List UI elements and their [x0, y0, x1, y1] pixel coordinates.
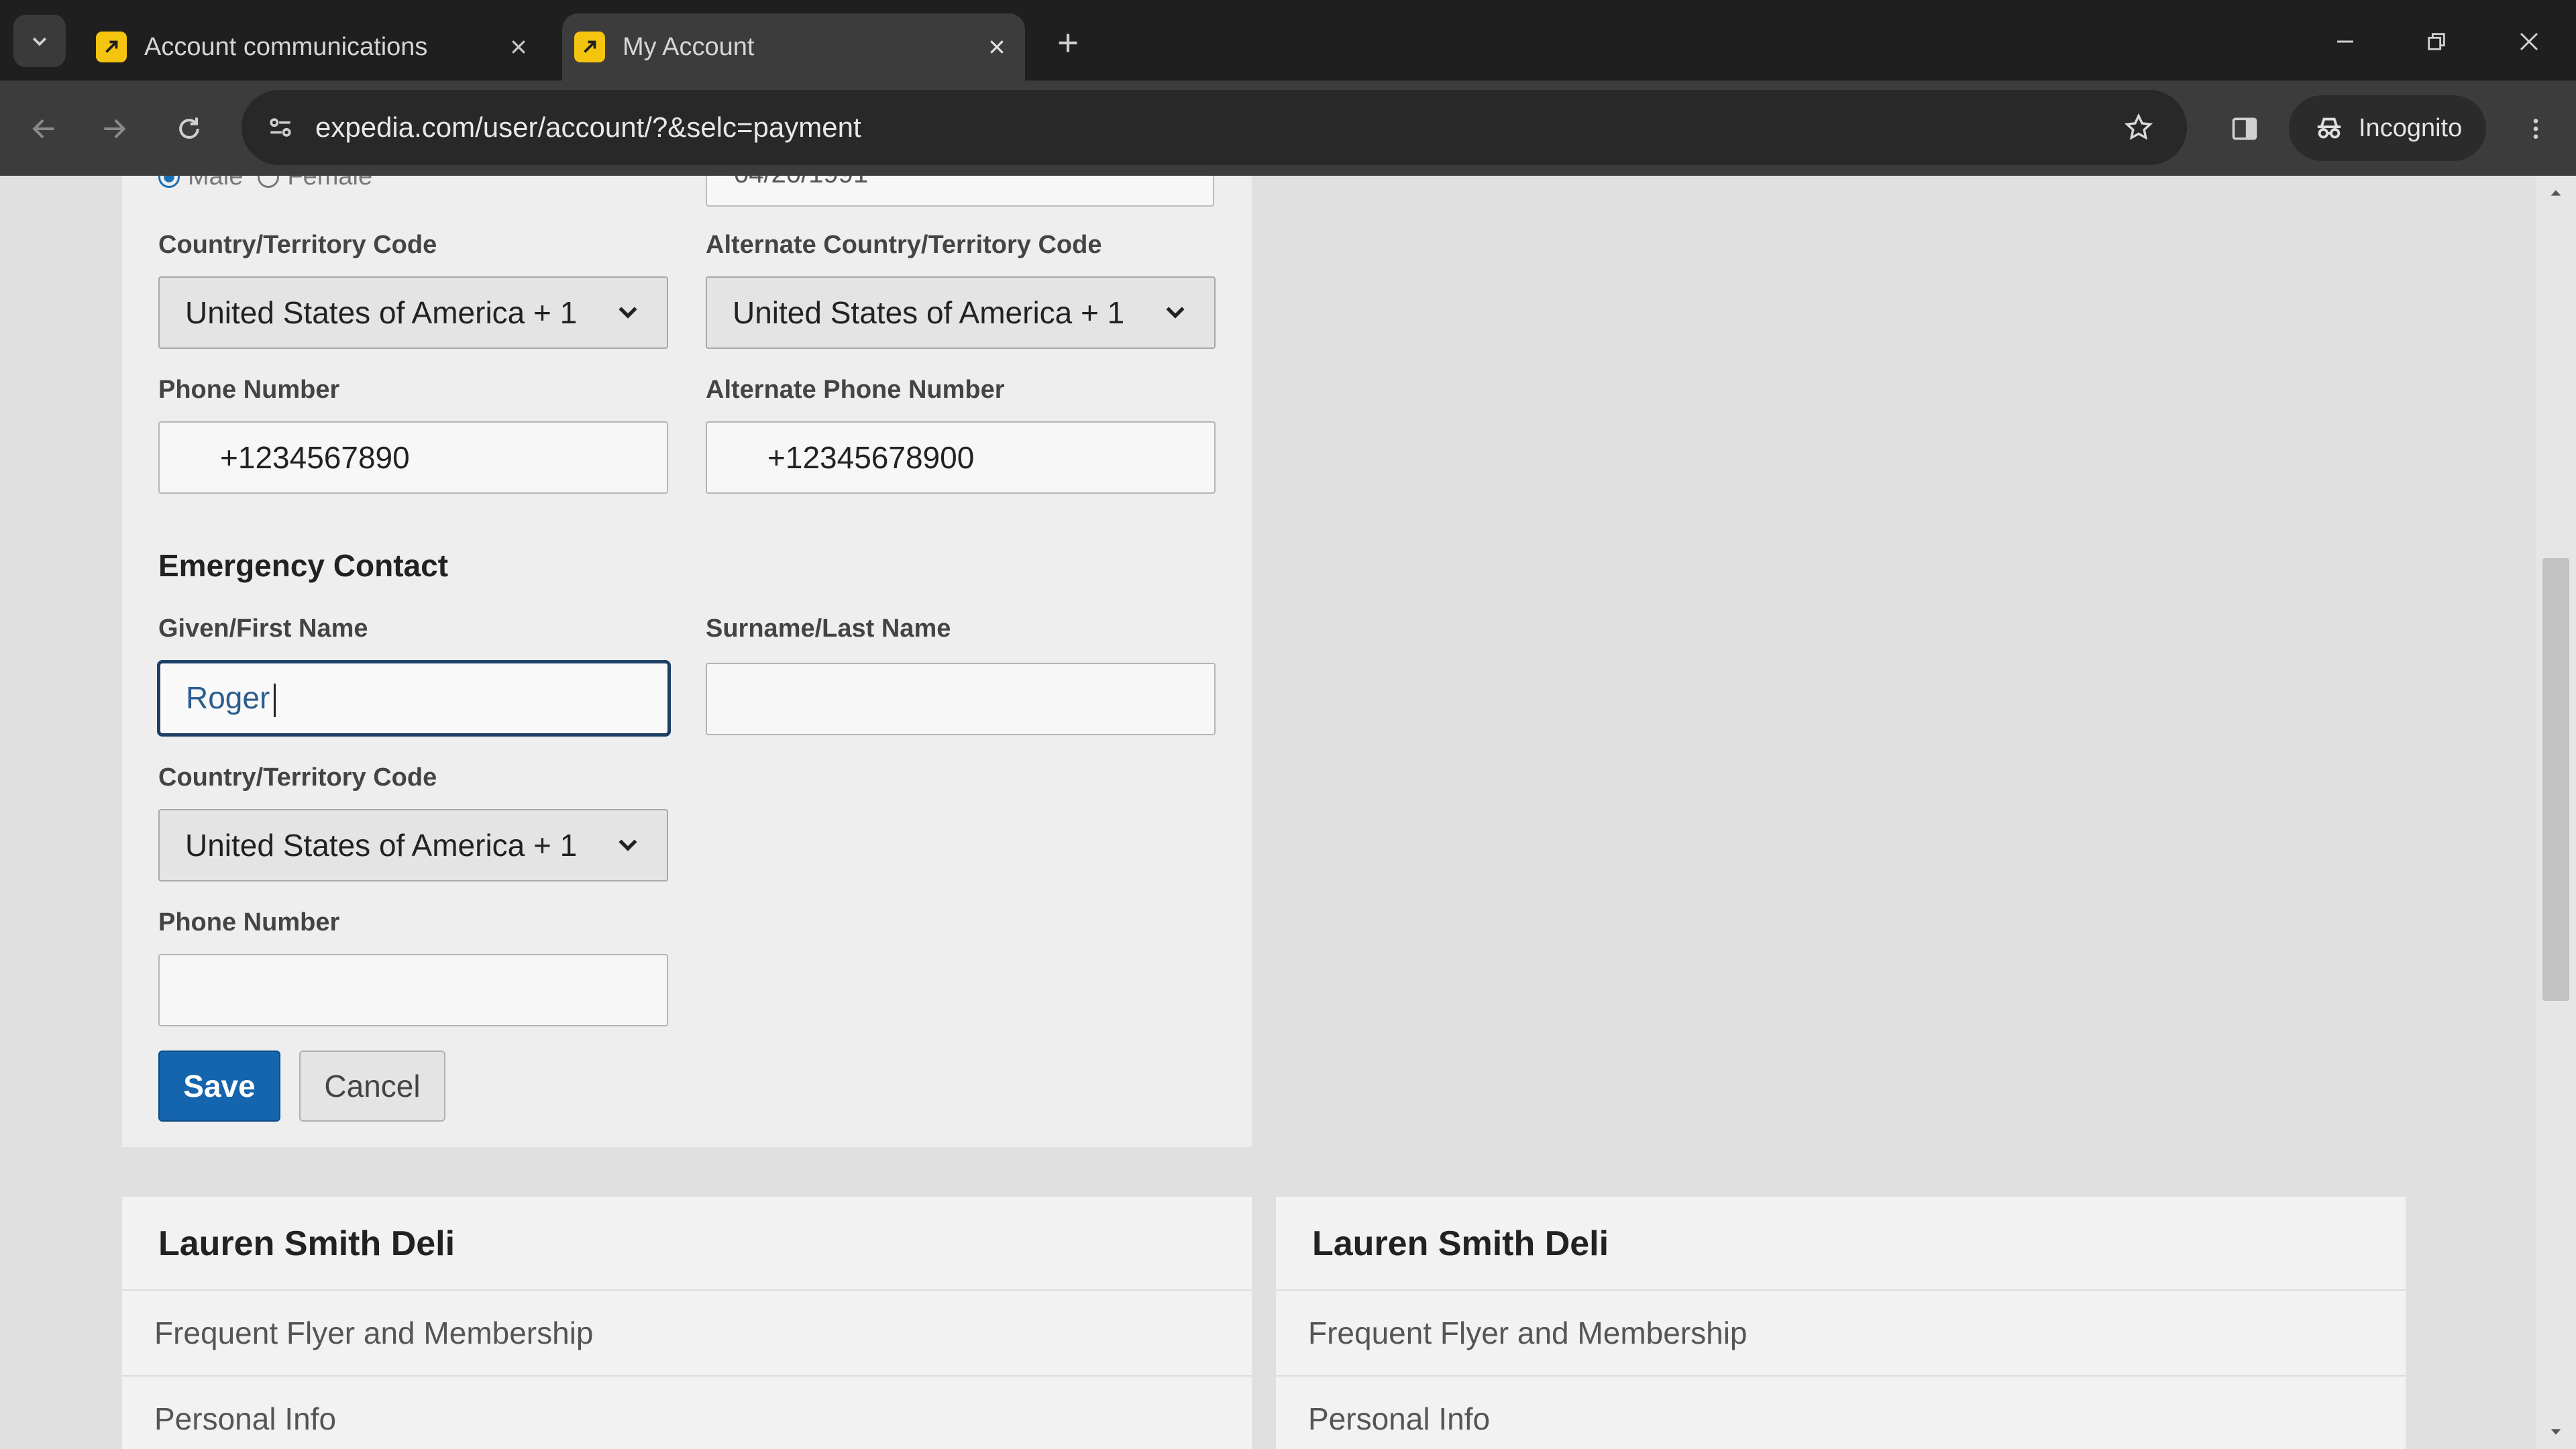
tab-title: My Account — [623, 32, 755, 61]
forward-arrow-icon[interactable] — [90, 105, 138, 153]
traveler-name: Lauren Smith Deli — [1312, 1224, 1609, 1263]
traveler-item-label: Personal Info — [154, 1401, 337, 1436]
tab-title: Account communications — [144, 32, 428, 61]
date-of-birth-value: 04/20/1991 — [734, 176, 868, 189]
address-bar[interactable]: expedia.com/user/account/?&selc=payment — [241, 90, 2187, 165]
gender-male-radio[interactable] — [158, 176, 180, 188]
scroll-down-arrow-icon[interactable] — [2545, 1421, 2567, 1442]
traveler-item-personal-info[interactable]: Personal Info — [1276, 1377, 2406, 1449]
tab-account-communications[interactable]: Account communications — [84, 13, 547, 80]
traveler-item-label: Personal Info — [1308, 1401, 1491, 1436]
alt-phone-number-label: Alternate Phone Number — [706, 376, 1005, 404]
kebab-menu-icon[interactable] — [2512, 105, 2560, 153]
text-caret — [274, 683, 276, 717]
phone-number-label: Phone Number — [158, 376, 340, 404]
incognito-indicator[interactable]: Incognito — [2289, 95, 2486, 161]
traveler-item-label: Frequent Flyer and Membership — [154, 1316, 594, 1350]
date-of-birth-field[interactable]: 04/20/1991 — [706, 176, 1214, 207]
reload-icon[interactable] — [165, 105, 213, 153]
alt-country-code-label: Alternate Country/Territory Code — [706, 231, 1102, 259]
gender-radio-group: Male Female — [158, 176, 372, 191]
side-panel-icon[interactable] — [2220, 105, 2269, 153]
country-code-label: Country/Territory Code — [158, 231, 437, 259]
country-code-value: United States of America + 1 — [185, 295, 578, 330]
emergency-contact-title: Emergency Contact — [158, 548, 449, 583]
phone-number-value: +1234567890 — [220, 440, 410, 475]
tab-close-icon[interactable] — [500, 28, 537, 66]
gender-female-label: Female — [287, 176, 373, 191]
emergency-phone-input[interactable] — [158, 954, 668, 1026]
emergency-last-name-label: Surname/Last Name — [706, 614, 951, 643]
chevron-down-icon — [608, 825, 648, 865]
restore-icon[interactable] — [2412, 17, 2461, 66]
close-window-icon[interactable] — [2505, 17, 2553, 66]
gender-male-label: Male — [188, 176, 244, 191]
tab-close-icon[interactable] — [978, 28, 1016, 66]
emergency-country-code-select[interactable]: United States of America + 1 — [158, 809, 668, 881]
emergency-country-code-value: United States of America + 1 — [185, 828, 578, 863]
alt-phone-number-input[interactable]: +12345678900 — [706, 421, 1216, 494]
emergency-phone-label: Phone Number — [158, 908, 340, 936]
traveler-item-frequent-flyer[interactable]: Frequent Flyer and Membership — [1276, 1291, 2406, 1377]
phone-number-input[interactable]: +1234567890 — [158, 421, 668, 494]
country-code-select[interactable]: United States of America + 1 — [158, 276, 668, 349]
emergency-country-code-label: Country/Territory Code — [158, 763, 437, 792]
emergency-last-name-input[interactable] — [706, 663, 1216, 735]
emergency-first-name-input[interactable]: Roger — [157, 660, 671, 737]
back-arrow-icon[interactable] — [20, 105, 68, 153]
traveler-card: Lauren Smith Deli Frequent Flyer and Mem… — [1276, 1197, 2406, 1449]
scroll-up-arrow-icon[interactable] — [2545, 182, 2567, 204]
traveler-item-label: Frequent Flyer and Membership — [1308, 1316, 1748, 1350]
chevron-down-icon — [32, 37, 47, 46]
alt-country-code-value: United States of America + 1 — [733, 295, 1125, 330]
page-viewport: Male Female 04/20/1991 Country/Territory… — [0, 176, 2576, 1449]
tab-search-button[interactable] — [13, 15, 66, 67]
scrollbar-thumb[interactable] — [2542, 558, 2569, 1001]
save-button[interactable]: Save — [158, 1051, 280, 1122]
chevron-down-icon — [608, 292, 648, 333]
chevron-down-icon — [1155, 292, 1195, 333]
tab-my-account[interactable]: My Account — [562, 13, 1025, 80]
traveler-name: Lauren Smith Deli — [158, 1224, 455, 1263]
url-text: expedia.com/user/account/?&selc=payment — [315, 111, 861, 143]
emergency-first-name-value: Roger — [186, 680, 276, 717]
cancel-button[interactable]: Cancel — [299, 1051, 445, 1122]
traveler-item-personal-info[interactable]: Personal Info — [122, 1377, 1252, 1449]
alt-phone-number-value: +12345678900 — [767, 440, 975, 475]
incognito-label: Incognito — [2359, 113, 2463, 142]
incognito-icon — [2309, 108, 2349, 148]
browser-tab-bar: Account communications My Account — [0, 0, 2576, 80]
browser-toolbar: expedia.com/user/account/?&selc=payment … — [0, 80, 2576, 176]
site-info-tune-icon[interactable] — [259, 106, 302, 149]
alt-country-code-select[interactable]: United States of America + 1 — [706, 276, 1216, 349]
traveler-item-frequent-flyer[interactable]: Frequent Flyer and Membership — [122, 1291, 1252, 1377]
traveler-card: Lauren Smith Deli Frequent Flyer and Mem… — [122, 1197, 1252, 1449]
expedia-favicon-icon — [96, 32, 127, 62]
minimize-icon[interactable] — [2321, 17, 2369, 66]
page-scrollbar[interactable] — [2536, 176, 2576, 1449]
bookmark-star-icon[interactable] — [2117, 106, 2160, 149]
expedia-favicon-icon — [574, 32, 605, 62]
traveler-card-header[interactable]: Lauren Smith Deli — [122, 1197, 1252, 1291]
traveler-card-header[interactable]: Lauren Smith Deli — [1276, 1197, 2406, 1291]
emergency-first-name-label: Given/First Name — [158, 614, 368, 643]
new-tab-plus-icon[interactable] — [1046, 21, 1089, 64]
gender-female-radio[interactable] — [258, 176, 280, 188]
